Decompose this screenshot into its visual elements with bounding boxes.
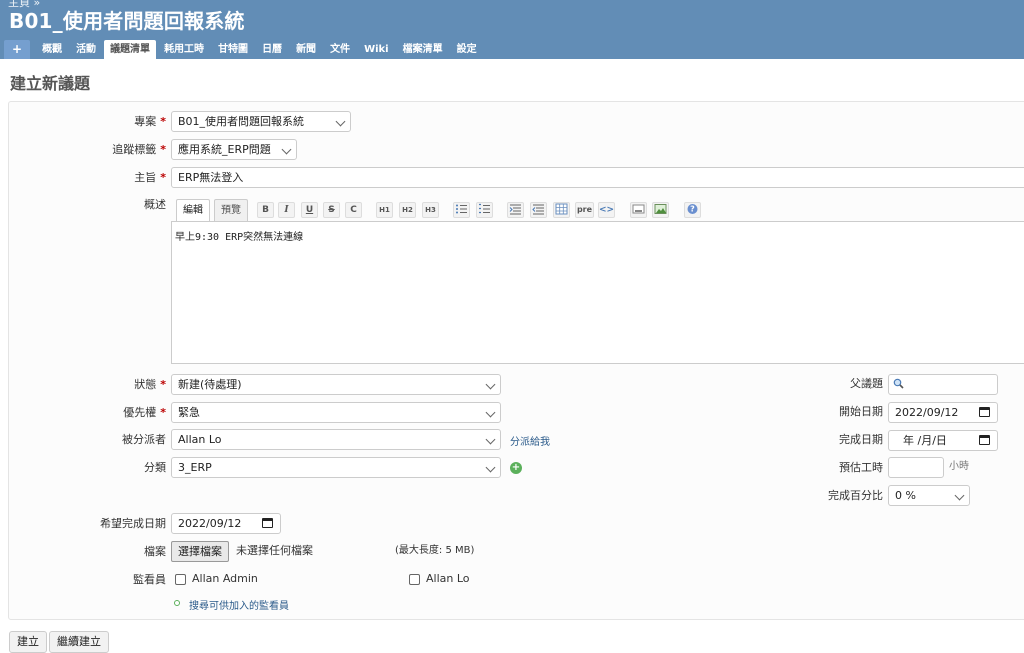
assignee-select[interactable]: Allan Lo [171, 429, 501, 450]
watcher-checkbox-allan-admin[interactable] [175, 574, 186, 585]
project-label: 專案 * [134, 115, 166, 128]
description-textarea[interactable]: 早上9:30 ERP突然無法連線 [171, 221, 1024, 364]
priority-label: 優先權 * [123, 406, 166, 419]
inline-code-button[interactable]: C [345, 202, 362, 218]
calendar-icon [979, 407, 990, 417]
hours-unit: 小時 [949, 461, 969, 472]
due-date-input[interactable]: 年 /月/日 [888, 430, 998, 451]
watcher-checkbox-allan-lo[interactable] [409, 574, 420, 585]
page-title: 建立新議題 [10, 74, 91, 93]
choose-file-button[interactable]: 選擇檔案 [171, 541, 229, 562]
tab-activity[interactable]: 活動 [70, 40, 102, 59]
tab-gantt[interactable]: 甘特圖 [212, 40, 254, 59]
no-file-text: 未選擇任何檔案 [236, 544, 313, 557]
create-and-continue-button[interactable]: 繼續建立 [49, 631, 109, 653]
calendar-icon [979, 435, 990, 445]
tab-wiki[interactable]: Wiki [358, 40, 395, 59]
tab-files[interactable]: 檔案清單 [397, 40, 449, 59]
heading3-button[interactable]: H3 [422, 202, 439, 218]
tab-preview[interactable]: 預覽 [214, 199, 248, 221]
done-ratio-select[interactable]: 0 % [888, 485, 970, 506]
create-button[interactable]: 建立 [9, 631, 47, 653]
main-menu: + 概觀 活動 議題清單 耗用工時 甘特圖 日曆 新聞 文件 Wiki 檔案清單… [4, 40, 485, 59]
unordered-list-icon[interactable] [453, 202, 470, 218]
table-icon[interactable] [553, 202, 570, 218]
underline-button[interactable]: U [301, 202, 318, 218]
unquote-icon[interactable] [530, 202, 547, 218]
italic-button[interactable]: I [278, 202, 295, 218]
start-date-label: 開始日期 [839, 405, 883, 418]
new-issue-plus-button[interactable]: + [4, 40, 31, 59]
watcher-name: Allan Admin [192, 572, 258, 585]
description-label: 概述 [144, 198, 166, 211]
ordered-list-icon[interactable] [476, 202, 493, 218]
header: 主頁 » B01_使用者問題回報系統 + 概觀 活動 議題清單 耗用工時 甘特圖… [0, 0, 1024, 59]
expected-date-label: 希望完成日期 [100, 517, 166, 530]
max-size-text: (最大長度: 5 MB) [395, 545, 475, 556]
project-title: B01_使用者問題回報系統 [9, 9, 245, 33]
tab-time-entries[interactable]: 耗用工時 [158, 40, 210, 59]
add-watcher-icon [174, 600, 180, 606]
start-date-input[interactable]: 2022/09/12 [888, 402, 998, 423]
watchers-label: 監看員 [133, 573, 166, 586]
parent-issue-input[interactable] [888, 374, 998, 395]
editor-tabs: 編輯 預覽 [176, 199, 252, 221]
subject-label: 主旨 * [134, 171, 166, 184]
category-label: 分類 [144, 461, 166, 474]
due-date-label: 完成日期 [839, 433, 883, 446]
heading2-button[interactable]: H2 [399, 202, 416, 218]
tracker-label: 追蹤標籤 * [112, 143, 166, 156]
tab-issues[interactable]: 議題清單 [104, 40, 157, 59]
expected-date-input[interactable]: 2022/09/12 [171, 513, 281, 534]
priority-select[interactable]: 緊急 [171, 402, 501, 423]
search-icon [893, 378, 904, 389]
status-label: 狀態 * [134, 378, 166, 391]
calendar-icon [262, 518, 273, 528]
assign-to-me-link[interactable]: 分派給我 [510, 433, 550, 448]
strikethrough-button[interactable]: S [323, 202, 340, 218]
files-label: 檔案 [144, 545, 166, 558]
tab-settings[interactable]: 設定 [451, 40, 483, 59]
quote-icon[interactable] [507, 202, 524, 218]
category-select[interactable]: 3_ERP [171, 457, 501, 478]
estimated-hours-label: 預估工時 [839, 461, 883, 474]
svg-text:?: ? [690, 205, 695, 214]
tab-documents[interactable]: 文件 [324, 40, 356, 59]
parent-issue-label: 父議題 [850, 377, 883, 390]
image-icon[interactable] [652, 202, 669, 218]
subject-input[interactable]: ERP無法登入 [171, 167, 1024, 188]
tracker-select[interactable]: 應用系統_ERP問題 [171, 139, 297, 160]
search-watchers-link[interactable]: 搜尋可供加入的監看員 [189, 597, 289, 612]
status-select[interactable]: 新建(待處理) [171, 374, 501, 395]
heading1-button[interactable]: H1 [376, 202, 393, 218]
pre-button[interactable]: pre [575, 202, 594, 218]
bold-button[interactable]: B [257, 202, 274, 218]
help-icon[interactable]: ? [684, 202, 701, 218]
code-icon[interactable]: <> [598, 202, 615, 218]
assignee-label: 被分派者 [122, 433, 166, 446]
tab-calendar[interactable]: 日曆 [256, 40, 288, 59]
project-select[interactable]: B01_使用者問題回報系統 [171, 111, 351, 132]
watcher-name: Allan Lo [426, 572, 470, 585]
done-ratio-label: 完成百分比 [828, 489, 883, 502]
link-icon[interactable] [630, 202, 647, 218]
tab-news[interactable]: 新聞 [290, 40, 322, 59]
tab-edit[interactable]: 編輯 [176, 199, 210, 221]
tab-overview[interactable]: 概觀 [36, 40, 68, 59]
estimated-hours-input[interactable] [888, 457, 944, 478]
add-category-icon[interactable]: + [510, 462, 522, 474]
